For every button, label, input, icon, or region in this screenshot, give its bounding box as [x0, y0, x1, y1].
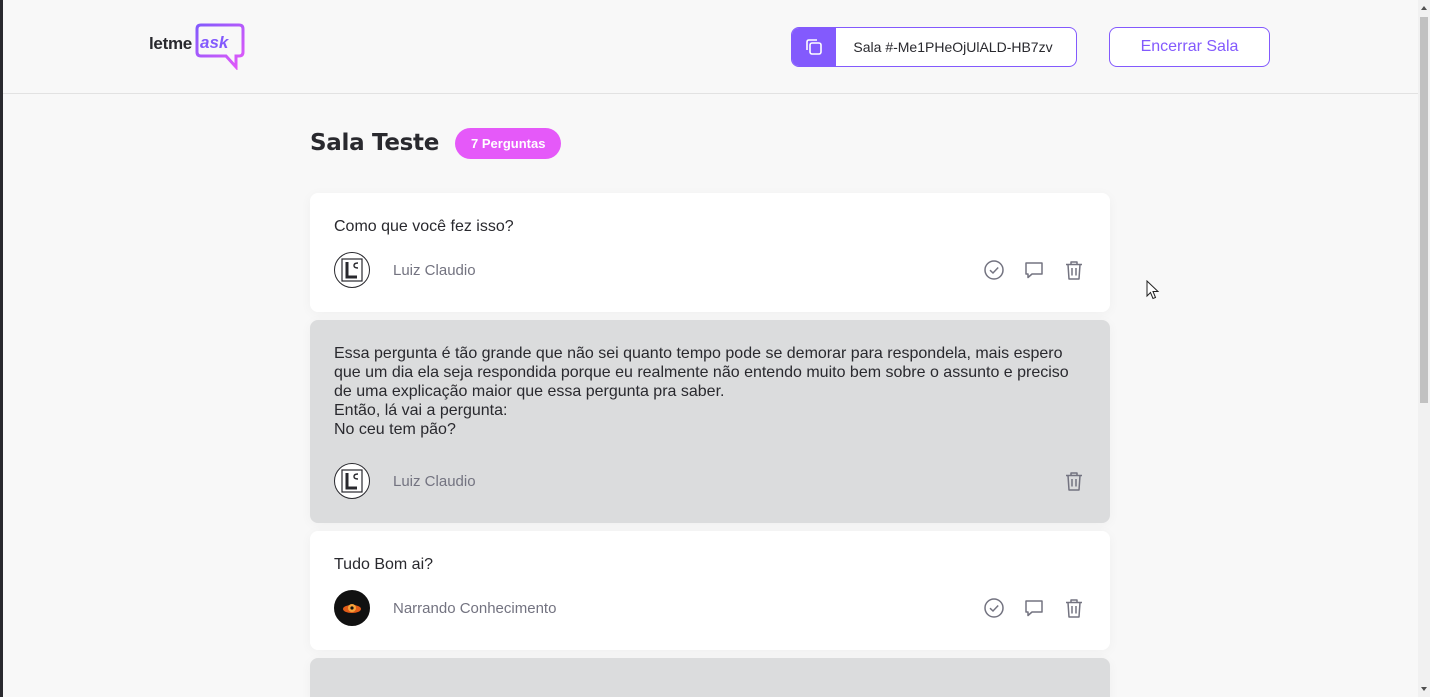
question-actions	[966, 258, 1086, 282]
question-count-badge: 7 Perguntas	[455, 127, 562, 159]
question-footer: Narrando Conhecimento	[334, 590, 1086, 626]
question-text: Tudo Bom ai?	[334, 556, 434, 573]
answer-bubble-icon[interactable]	[1022, 258, 1046, 282]
logo-text-letme: letme	[149, 34, 192, 53]
window-edge	[0, 0, 3, 697]
page-header: letme ask Sala #-Me1PHeOjUlALD-HB7zv Enc…	[3, 0, 1418, 94]
question-actions	[1046, 469, 1086, 493]
answer-bubble-icon[interactable]	[1022, 596, 1046, 620]
user-info: Narrando Conhecimento	[334, 590, 556, 626]
logo-text-ask: ask	[200, 33, 229, 52]
question-card: Como que você fez isso? Luiz Claudio	[310, 193, 1110, 312]
check-circle-icon[interactable]	[982, 258, 1006, 282]
question-card-highlighted	[310, 658, 1110, 697]
mouse-cursor-icon	[1146, 280, 1160, 300]
author-name: Luiz Claudio	[393, 472, 476, 490]
copy-icon	[792, 28, 836, 66]
user-info: Luiz Claudio	[334, 252, 476, 288]
room-code-text: Sala #-Me1PHeOjUlALD-HB7zv	[853, 39, 1053, 55]
room-title: Sala Teste	[310, 130, 440, 156]
user-info: Luiz Claudio	[334, 463, 476, 499]
check-circle-icon[interactable]	[982, 596, 1006, 620]
avatar	[334, 252, 370, 288]
question-footer: Luiz Claudio	[334, 463, 1086, 499]
scrollbar[interactable]	[1418, 0, 1430, 697]
avatar	[334, 590, 370, 626]
question-text: Como que você fez isso?	[334, 218, 514, 235]
avatar	[334, 463, 370, 499]
trash-icon[interactable]	[1062, 258, 1086, 282]
scroll-down-arrow-icon[interactable]	[1421, 687, 1427, 691]
trash-icon[interactable]	[1062, 596, 1086, 620]
author-name: Luiz Claudio	[393, 261, 476, 279]
close-room-button[interactable]: Encerrar Sala	[1109, 27, 1270, 67]
question-actions	[966, 596, 1086, 620]
question-card-highlighted: Essa pergunta é tão grande que não sei q…	[310, 320, 1110, 523]
scroll-thumb[interactable]	[1420, 17, 1428, 403]
author-name: Narrando Conhecimento	[393, 599, 557, 617]
lc-logo-icon	[341, 258, 363, 282]
room-main: Sala Teste 7 Perguntas Como que você fez…	[310, 126, 1110, 697]
letmeask-logo[interactable]: letme ask	[149, 22, 249, 72]
question-text: Essa pergunta é tão grande que não sei q…	[334, 345, 1069, 438]
question-card: Tudo Bom ai? Narrando Conhecimento	[310, 531, 1110, 650]
scroll-up-arrow-icon[interactable]	[1421, 6, 1427, 10]
profile-photo-icon	[343, 604, 361, 613]
trash-icon[interactable]	[1062, 469, 1086, 493]
room-code-button[interactable]: Sala #-Me1PHeOjUlALD-HB7zv	[791, 27, 1077, 67]
question-list: Como que você fez isso? Luiz Claudio Ess…	[310, 193, 1110, 697]
room-title-row: Sala Teste 7 Perguntas	[310, 126, 1110, 160]
lc-logo-icon	[341, 469, 363, 493]
question-footer: Luiz Claudio	[334, 252, 1086, 288]
